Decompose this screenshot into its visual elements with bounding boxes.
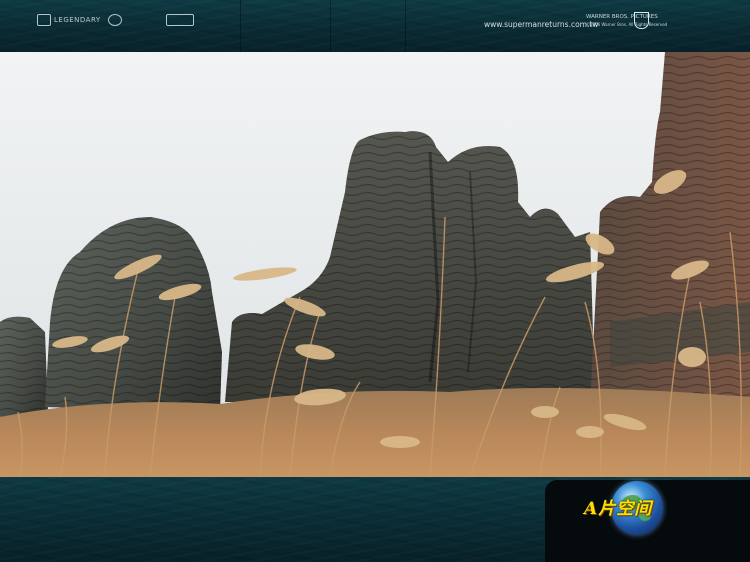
studio-emblem-icon xyxy=(166,14,194,26)
studio-name: WARNER BROS. PICTURES xyxy=(586,14,658,20)
banner-divider xyxy=(240,0,241,52)
wb-shield-icon xyxy=(634,12,649,29)
studio-credit: WARNER BROS. PICTURES ©2006 Warner Bros.… xyxy=(586,14,667,28)
photo-illustration xyxy=(0,52,750,477)
brand-watermark: A片空间 xyxy=(584,499,653,519)
legendary-logo-icon xyxy=(37,14,51,26)
header-banner: LEGENDARY www.supermanreturns.com.tw WAR… xyxy=(0,0,750,52)
studio-logo-3 xyxy=(166,14,194,26)
legendary-logo-text: LEGENDARY xyxy=(54,16,101,24)
studio-logo-2 xyxy=(108,14,122,26)
studio-emblem-icon xyxy=(108,14,122,26)
website-url: www.supermanreturns.com.tw xyxy=(484,20,599,29)
studio-copyright: ©2006 Warner Bros. All Rights Reserved xyxy=(586,22,668,27)
banner-divider xyxy=(330,0,331,52)
legendary-logo: LEGENDARY xyxy=(37,14,101,26)
landscape-photo xyxy=(0,52,750,477)
banner-divider xyxy=(405,0,406,52)
